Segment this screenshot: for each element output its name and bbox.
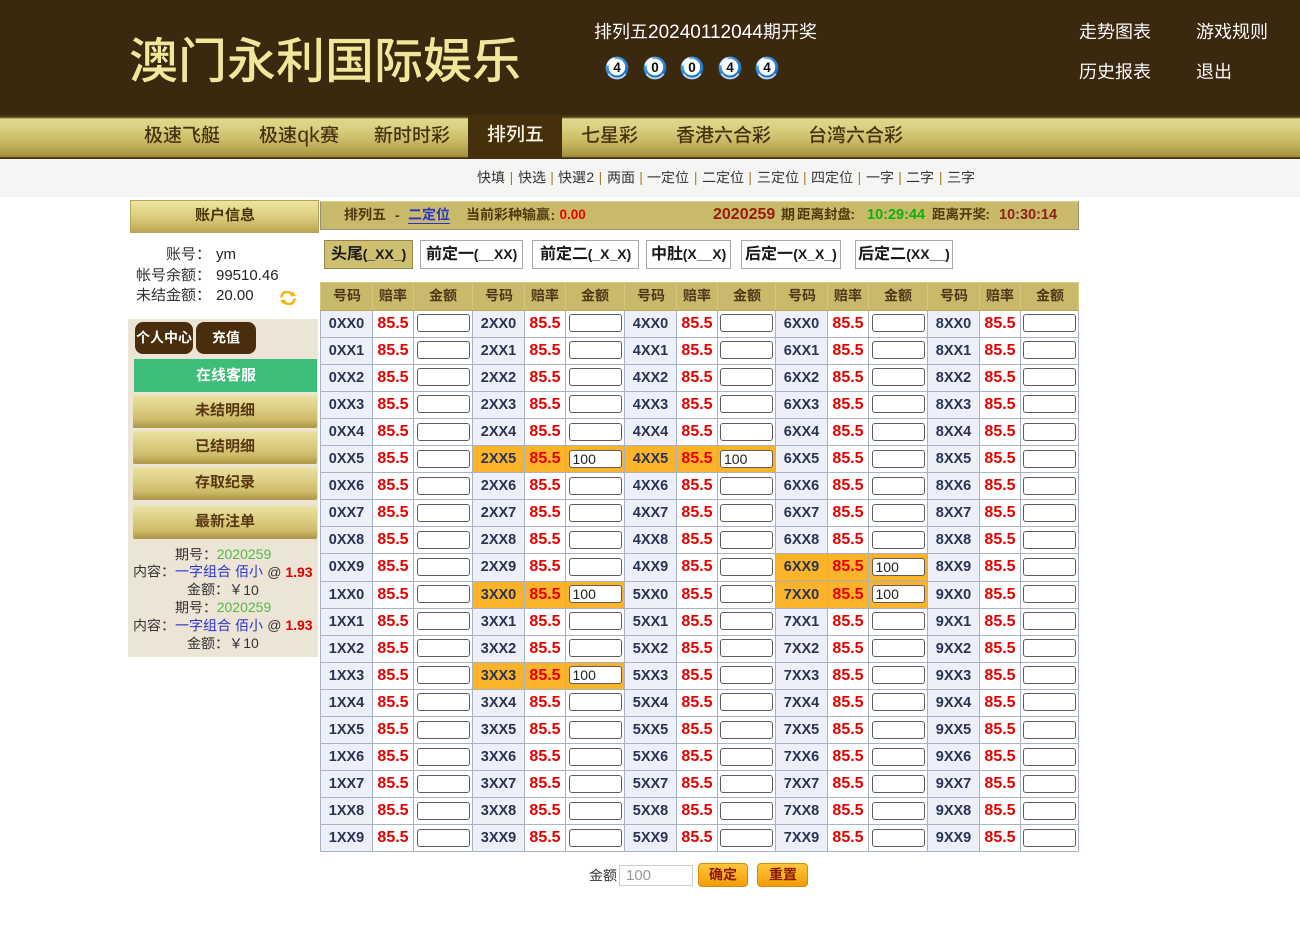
svg-text:4: 4 (726, 60, 734, 75)
svg-text:0: 0 (651, 60, 659, 75)
svg-text:4: 4 (763, 60, 771, 75)
svg-text:0: 0 (688, 60, 696, 75)
svg-text:4: 4 (613, 60, 621, 75)
